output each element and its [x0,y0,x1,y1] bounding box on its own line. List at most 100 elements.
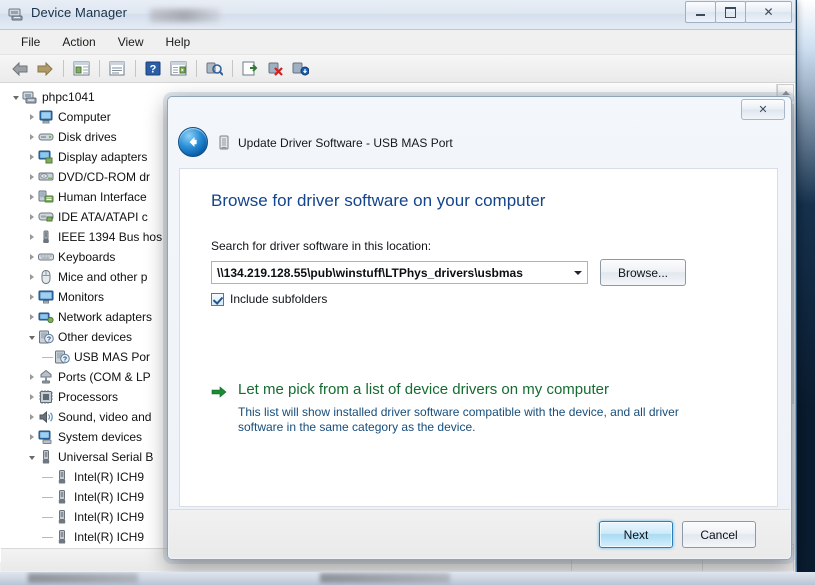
expand-arrow-icon[interactable] [25,207,38,227]
next-button-label: Next [623,527,649,542]
browse-button-label: Browse... [617,265,668,280]
collapse-arrow-icon[interactable] [9,87,22,107]
window-titlebar[interactable]: Device Manager ✕ [0,0,795,30]
unknown-device-icon: ? [54,349,70,365]
toolbar: ? [0,55,795,83]
uninstall-device-button[interactable] [288,57,312,80]
display-adapter-icon [38,149,54,165]
expand-arrow-icon[interactable] [25,387,38,407]
chevron-down-icon[interactable] [569,262,587,283]
properties-icon [109,61,125,76]
usb-icon [54,529,70,545]
scan-for-hardware-changes-button[interactable] [202,57,226,80]
include-subfolders-checkbox[interactable] [211,292,224,306]
computer-icon [38,109,54,125]
collapse-arrow-icon[interactable] [25,327,38,347]
tree-item-label: Intel(R) ICH9 [74,510,145,524]
tree-connector [41,467,54,487]
disable-device-button[interactable] [263,57,287,80]
expand-arrow-icon[interactable] [25,187,38,207]
dialog-back-button[interactable] [178,127,208,157]
search-location-combobox[interactable]: \\134.219.128.55\pub\winstuff\LTPhys_dri… [211,261,588,284]
show-hide-console-tree-icon [73,61,89,76]
expand-arrow-icon[interactable] [25,367,38,387]
expand-arrow-icon[interactable] [25,287,38,307]
dialog-titlebar[interactable]: ✕ [168,97,791,125]
let-me-pick-description: This list will show installed driver sof… [238,405,679,434]
expand-arrow-icon[interactable] [25,267,38,287]
green-arrow-icon [211,385,227,399]
taskbar-item[interactable] [320,573,450,583]
tree-item-label: Processors [58,390,119,404]
tree-item-label: Human Interface [58,190,147,204]
maximize-button[interactable] [715,1,746,23]
menu-action[interactable]: Action [51,32,106,52]
back-arrow-icon [189,137,197,147]
cancel-button-label: Cancel [700,527,738,542]
update-driver-software-button[interactable] [238,57,262,80]
dialog-footer: Next Cancel [169,509,790,558]
tree-item-label: IDE ATA/ATAPI c [58,210,148,224]
toolbar-separator [232,60,233,77]
tree-item-label: USB MAS Por [74,350,151,364]
toolbar-separator [135,60,136,77]
window-title: Device Manager [31,5,128,20]
mouse-icon [38,269,54,285]
toolbar-separator [196,60,197,77]
help-button[interactable]: ? [141,57,165,80]
tree-item-label: System devices [58,430,143,444]
tree-item-label: phpc1041 [42,90,95,104]
expand-arrow-icon[interactable] [25,167,38,187]
network-adapter-icon [38,309,54,325]
usb-icon [54,489,70,505]
tree-item-label: Mice and other p [58,270,148,284]
desktop-background [797,0,815,585]
tree-item-label: Intel(R) ICH9 [74,530,145,544]
computer-root-icon [22,89,38,105]
dialog-heading: Browse for driver software on your compu… [211,191,546,210]
menu-view[interactable]: View [107,32,155,52]
screen: Device Manager ✕ File Action View Help ?… [0,0,815,585]
menu-file[interactable]: File [10,32,51,52]
expand-arrow-icon[interactable] [25,227,38,247]
taskbar[interactable] [0,572,815,585]
expand-arrow-icon[interactable] [25,107,38,127]
close-button[interactable]: ✕ [745,1,792,23]
scan-for-hardware-changes-icon [206,62,223,76]
taskbar-item[interactable] [28,573,138,583]
toolbar-separator [99,60,100,77]
svg-text:?: ? [63,356,67,363]
disable-device-icon [268,62,283,76]
usb-device-icon [218,135,230,151]
dialog-caption: Update Driver Software - USB MAS Port [238,136,453,150]
next-button[interactable]: Next [599,521,673,548]
back-icon [12,61,28,76]
tree-connector [41,507,54,527]
forward-button[interactable] [33,57,57,80]
expand-arrow-icon[interactable] [25,127,38,147]
expand-arrow-icon[interactable] [25,147,38,167]
collapse-arrow-icon[interactable] [25,447,38,467]
close-icon: ✕ [763,5,774,19]
properties-button[interactable] [105,57,129,80]
dialog-close-button[interactable]: ✕ [741,99,785,120]
expand-arrow-icon[interactable] [25,407,38,427]
let-me-pick-title[interactable]: Let me pick from a list of device driver… [238,381,609,398]
menu-help[interactable]: Help [155,32,202,52]
expand-arrow-icon[interactable] [25,427,38,447]
expand-arrow-icon[interactable] [25,307,38,327]
include-subfolders-row[interactable]: Include subfolders [211,292,327,306]
expand-arrow-icon[interactable] [25,247,38,267]
include-subfolders-label: Include subfolders [230,292,328,306]
search-location-label: Search for driver software in this locat… [211,239,432,253]
uninstall-device-icon [292,62,309,76]
cancel-button[interactable]: Cancel [682,521,756,548]
tree-item-label: Disk drives [58,130,117,144]
dialog-nav-row: Update Driver Software - USB MAS Port [168,125,791,165]
back-button[interactable] [8,57,32,80]
show-hide-console-tree-button[interactable] [69,57,93,80]
list-view-icon [170,61,186,76]
browse-button[interactable]: Browse... [600,259,686,286]
list-view-button[interactable] [166,57,190,80]
minimize-button[interactable] [685,1,716,23]
